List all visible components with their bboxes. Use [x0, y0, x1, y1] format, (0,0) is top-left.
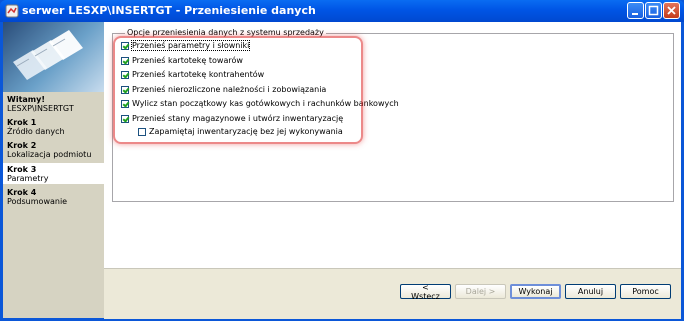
checkbox[interactable]: [121, 99, 129, 108]
sidebar-step-1: Krok 1 Źródło danych: [3, 118, 104, 136]
wizard-banner-image: [3, 22, 104, 92]
option-calc-cash-balance[interactable]: Wylicz stan początkowy kas gotówkowych i…: [121, 99, 399, 108]
sidebar-step-4: Krok 4 Podsumowanie: [3, 188, 104, 206]
step-title: Krok 1: [7, 118, 37, 127]
step-label: Podsumowanie: [7, 197, 68, 206]
title-bar[interactable]: serwer LESXP\INSERTGT - Przeniesienie da…: [0, 0, 684, 22]
minimize-button[interactable]: [627, 2, 644, 19]
close-button[interactable]: [663, 2, 680, 19]
option-label: Zapamiętaj inwentaryzację bez jej wykony…: [149, 127, 343, 136]
option-transfer-contractors[interactable]: Przenieś kartotekę kontrahentów: [121, 70, 264, 79]
option-label: Przenieś kartotekę kontrahentów: [132, 70, 265, 79]
option-label: Przenieś kartotekę towarów: [132, 56, 243, 65]
back-button[interactable]: < Wstecz: [400, 283, 451, 301]
maximize-button[interactable]: [645, 2, 662, 19]
wizard-sidebar: Witamy! LESXP\INSERTGT Krok 1 Źródło dan…: [3, 22, 104, 318]
step-label: Lokalizacja podmiotu: [7, 150, 92, 159]
step-label: Źródło danych: [7, 127, 65, 136]
cancel-button[interactable]: Anuluj: [565, 284, 616, 299]
step-title: Krok 3: [7, 165, 37, 174]
next-button[interactable]: Dalej >: [455, 284, 506, 299]
documents-illustration-icon: [13, 30, 83, 80]
step-label: Parametry: [7, 174, 49, 183]
options-groupbox: Opcje przeniesienia danych z systemu spr…: [112, 28, 674, 202]
window-title: serwer LESXP\INSERTGT - Przeniesienie da…: [22, 4, 316, 17]
maximize-icon: [648, 5, 659, 16]
option-save-inventory[interactable]: Zapamiętaj inwentaryzację bez jej wykony…: [138, 127, 343, 136]
checkbox[interactable]: [121, 85, 129, 94]
option-transfer-receivables[interactable]: Przenieś nierozliczone należności i zobo…: [121, 85, 326, 94]
wizard-window: serwer LESXP\INSERTGT - Przeniesienie da…: [0, 0, 684, 321]
wizard-content: Opcje przeniesienia danych z systemu spr…: [104, 22, 681, 319]
option-transfer-products[interactable]: Przenieś kartotekę towarów: [121, 56, 243, 65]
sidebar-welcome: Witamy! LESXP\INSERTGT: [3, 95, 104, 113]
step-title: Krok 2: [7, 141, 37, 150]
sidebar-step-2: Krok 2 Lokalizacja podmiotu: [3, 141, 104, 159]
app-icon: [5, 4, 19, 18]
sidebar-step-3: Krok 3 Parametry: [3, 163, 104, 184]
minimize-icon: [632, 13, 638, 15]
option-label: Przenieś parametry i słowniki: [130, 40, 251, 51]
option-transfer-stock[interactable]: Przenieś stany magazynowe i utwórz inwen…: [121, 114, 343, 123]
option-label: Przenieś nierozliczone należności i zobo…: [132, 85, 327, 94]
welcome-title: Witamy!: [7, 95, 45, 104]
close-icon: [667, 6, 676, 15]
checkbox[interactable]: [121, 70, 129, 79]
option-label: Wylicz stan początkowy kas gotówkowych i…: [132, 99, 399, 108]
checkbox[interactable]: [121, 41, 129, 50]
option-transfer-parameters[interactable]: Przenieś parametry i słowniki: [121, 40, 251, 51]
checkbox[interactable]: [121, 56, 129, 65]
step-title: Krok 4: [7, 188, 37, 197]
option-label: Przenieś stany magazynowe i utwórz inwen…: [132, 114, 344, 123]
execute-button[interactable]: Wykonaj: [510, 284, 561, 299]
checkbox[interactable]: [121, 114, 129, 123]
welcome-subtitle: LESXP\INSERTGT: [7, 104, 74, 113]
window-client: Witamy! LESXP\INSERTGT Krok 1 Źródło dan…: [3, 22, 681, 319]
help-button[interactable]: Pomoc: [620, 284, 671, 299]
options-group-label: Opcje przeniesienia danych z systemu spr…: [125, 28, 326, 37]
checkbox[interactable]: [138, 127, 146, 136]
